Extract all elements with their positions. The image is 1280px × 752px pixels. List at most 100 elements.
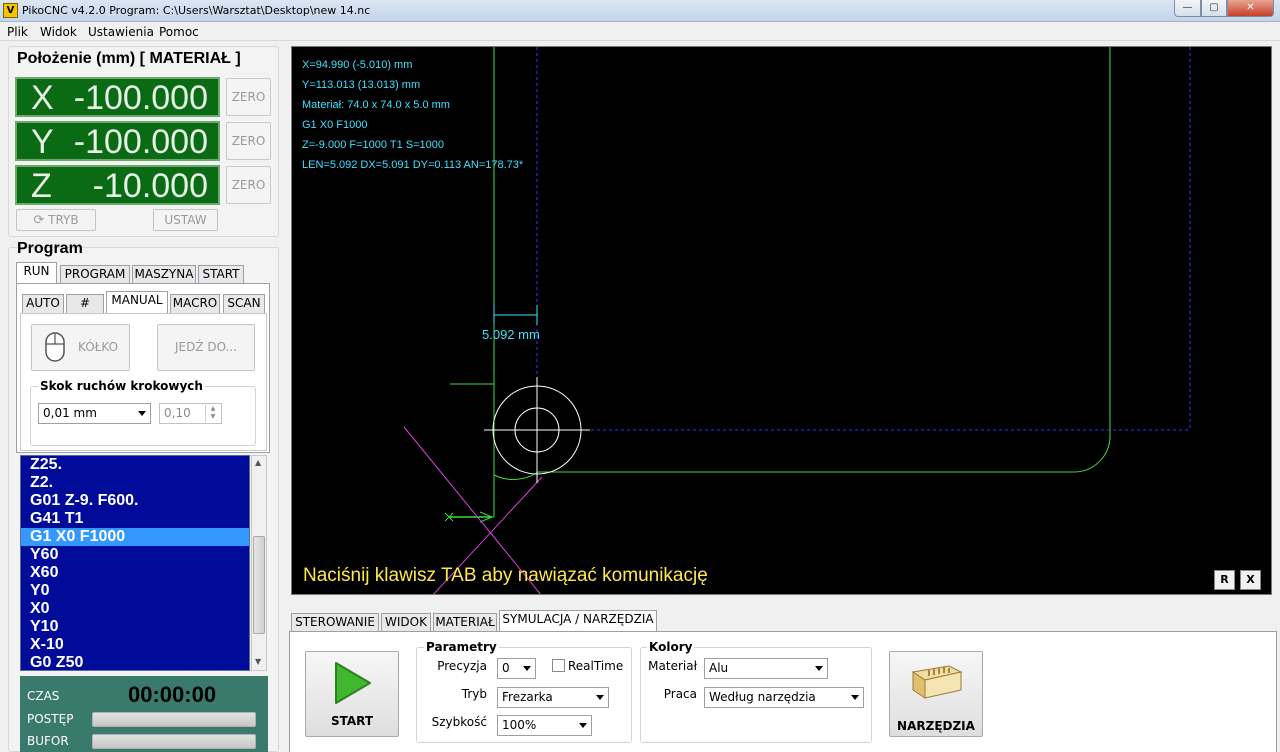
info-y: Y=113.013 (13.013) mm — [302, 79, 421, 91]
scroll-down-icon: ▼ — [255, 657, 262, 666]
work-color-value: Według narzędzia — [709, 690, 816, 704]
step-size-value: 0,01 mm — [43, 406, 97, 420]
subtab-hash[interactable]: # — [66, 294, 104, 313]
gcode-line[interactable]: Z25. — [21, 456, 249, 474]
subtab-scan[interactable]: SCAN — [223, 294, 265, 313]
maximize-button[interactable]: ▢ — [1201, 0, 1227, 17]
chevron-down-icon — [596, 695, 604, 700]
tab-maszyna[interactable]: MASZYNA — [132, 265, 196, 284]
menu-widok[interactable]: Widok — [40, 25, 77, 39]
clear-view-button[interactable]: X — [1240, 570, 1261, 590]
material-color-select[interactable]: Alu — [704, 658, 828, 679]
chevron-down-icon — [523, 666, 531, 671]
zero-x-button[interactable]: ZERO — [226, 78, 271, 116]
wheel-button-label: KÓŁKO — [78, 340, 119, 354]
app-logo-icon: V — [3, 3, 18, 18]
x-axis-display: X -100.000 — [15, 77, 220, 117]
gcode-line[interactable]: G0 Z50 — [21, 654, 249, 670]
info-x: X=94.990 (-5.010) mm — [302, 59, 413, 71]
chevron-down-icon — [851, 695, 859, 700]
z-axis-display: Z -10.000 — [15, 165, 220, 205]
work-color-select[interactable]: Według narzędzia — [704, 687, 864, 708]
realtime-checkbox[interactable] — [552, 659, 565, 672]
zero-y-button[interactable]: ZERO — [226, 122, 271, 160]
refresh-icon: ⟳ — [33, 213, 45, 228]
speed-select[interactable]: 100% — [497, 715, 592, 736]
step-spinbox[interactable]: 0,10 ▲ ▼ — [159, 403, 222, 424]
set-button[interactable]: USTAW — [153, 209, 218, 231]
gcode-line[interactable]: X60 — [21, 564, 249, 582]
tab-widok[interactable]: WIDOK — [381, 613, 431, 632]
zero-z-button[interactable]: ZERO — [226, 166, 271, 204]
mouse-icon — [45, 332, 65, 362]
z-axis-letter: Z — [31, 167, 52, 205]
step-group-title: Skok ruchów krokowych — [38, 379, 205, 393]
time-label: CZAS — [27, 689, 60, 703]
time-value: 00:00:00 — [128, 682, 217, 707]
subtab-manual[interactable]: MANUAL — [106, 291, 168, 313]
y-axis-value: -100.000 — [73, 123, 208, 161]
info-z-feed: Z=-9.000 F=1000 T1 S=1000 — [302, 139, 444, 151]
subtab-macro[interactable]: MACRO — [170, 294, 220, 313]
work-color-label: Praca — [663, 687, 697, 701]
precision-select[interactable]: 0 — [497, 658, 536, 679]
gcode-scrollbar[interactable]: ▲ ▼ — [251, 455, 267, 671]
tools-button-label: NARZĘDZIA — [897, 719, 975, 733]
speed-value: 100% — [502, 718, 537, 732]
toolpath-viewport[interactable]: X=94.990 (-5.010) mm Y=113.013 (13.013) … — [291, 46, 1272, 595]
minimize-button[interactable]: — — [1174, 0, 1201, 17]
parameters-title: Parametry — [424, 640, 499, 654]
mode-button[interactable]: ⟳ TRYB — [16, 209, 96, 231]
gcode-line[interactable]: Y0 — [21, 582, 249, 600]
step-size-select[interactable]: 0,01 mm — [38, 403, 151, 424]
close-button[interactable]: ✕ — [1227, 0, 1274, 17]
material-color-label: Materiał — [648, 659, 697, 673]
goto-button[interactable]: JEDŹ DO... — [157, 324, 255, 371]
menu-plik[interactable]: Plik — [7, 25, 28, 39]
gcode-line[interactable]: G41 T1 — [21, 510, 249, 528]
tab-sterowanie[interactable]: STEROWANIE — [291, 613, 379, 632]
gcode-line[interactable]: Z2. — [21, 474, 249, 492]
program-title: Program — [17, 240, 83, 257]
scroll-thumb[interactable] — [253, 536, 265, 634]
dimension-label: 5.092 mm — [482, 327, 540, 342]
z-axis-value: -10.000 — [92, 167, 208, 205]
gcode-line[interactable]: X-10 — [21, 636, 249, 654]
info-material: Materiał: 74.0 x 74.0 x 5.0 mm — [302, 99, 450, 111]
realtime-label: RealTime — [568, 659, 624, 673]
tab-start[interactable]: START — [198, 265, 244, 284]
gcode-line[interactable]: Y10 — [21, 618, 249, 636]
tab-material[interactable]: MATERIAŁ — [433, 613, 497, 632]
wheel-button[interactable]: KÓŁKO — [31, 324, 130, 371]
toolpath-canvas — [403, 47, 1191, 594]
mode-button-label: TRYB — [48, 213, 79, 227]
bottom-panel: STEROWANIE WIDOK MATERIAŁ SYMULACJA / NA… — [287, 610, 1280, 752]
subtab-auto[interactable]: AUTO — [22, 294, 64, 313]
tools-button[interactable]: NARZĘDZIA — [889, 651, 983, 737]
menu-bar: Plik Widok Ustawienia Pomoc — [0, 22, 1280, 41]
material-color-value: Alu — [709, 661, 729, 675]
y-axis-display: Y -100.000 — [15, 121, 220, 161]
tab-program[interactable]: PROGRAM — [60, 265, 130, 284]
mode-value: Frezarka — [502, 690, 553, 704]
gcode-line[interactable]: X0 — [21, 600, 249, 618]
gcode-line[interactable]: G01 Z-9. F600. — [21, 492, 249, 510]
reset-view-button[interactable]: R — [1214, 570, 1235, 590]
tab-symulacja[interactable]: SYMULACJA / NARZĘDZIA — [499, 610, 657, 632]
gcode-list[interactable]: Z25. Z2. G01 Z-9. F600. G41 T1 G1 X0 F1000 Y6… — [20, 455, 250, 671]
tab-run[interactable]: RUN — [16, 262, 57, 284]
mode-select[interactable]: Frezarka — [497, 687, 609, 708]
x-axis-value: -100.000 — [73, 79, 208, 117]
gcode-line[interactable]: Y60 — [21, 546, 249, 564]
start-button[interactable]: START — [305, 651, 399, 737]
menu-pomoc[interactable]: Pomoc — [159, 25, 199, 39]
gcode-line[interactable]: G1 X0 F1000 — [21, 528, 249, 546]
progress-bar — [92, 712, 256, 727]
start-button-label: START — [330, 714, 374, 728]
toolbox-icon — [911, 665, 963, 699]
x-axis-letter: X — [31, 79, 54, 117]
info-length: LEN=5.092 DX=5.091 DY=0.113 AN=178.73* — [302, 159, 524, 171]
menu-ustawienia[interactable]: Ustawienia — [88, 25, 154, 39]
precision-value: 0 — [502, 661, 510, 675]
communication-message: Naciśnij klawisz TAB aby nawiązać komuni… — [303, 565, 708, 586]
